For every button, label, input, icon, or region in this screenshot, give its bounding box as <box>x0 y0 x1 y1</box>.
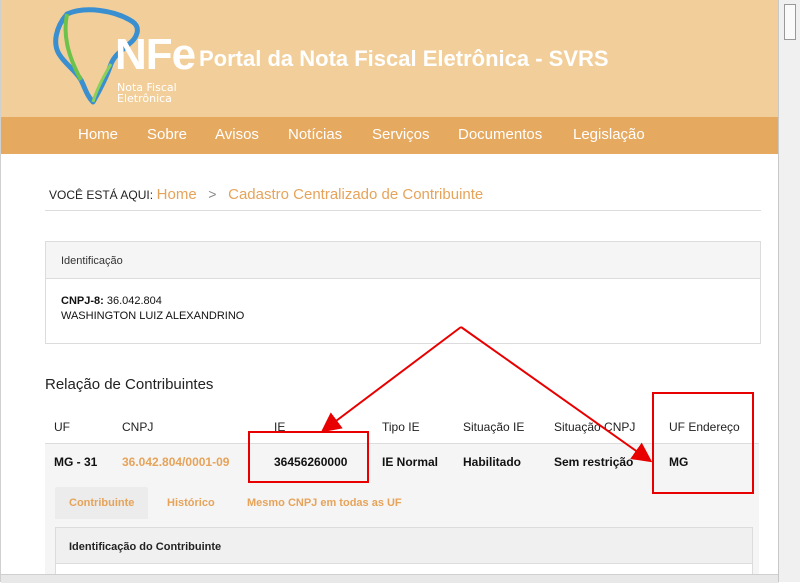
annotation-arrow-left <box>320 326 462 433</box>
scrollbar-thumb[interactable] <box>784 4 796 40</box>
vertical-scrollbar[interactable] <box>778 0 800 582</box>
annotation-arrow-right <box>460 326 653 463</box>
page: NFe Nota Fiscal Eletrônica Portal da Not… <box>0 0 779 583</box>
annotation-arrows <box>320 326 653 463</box>
